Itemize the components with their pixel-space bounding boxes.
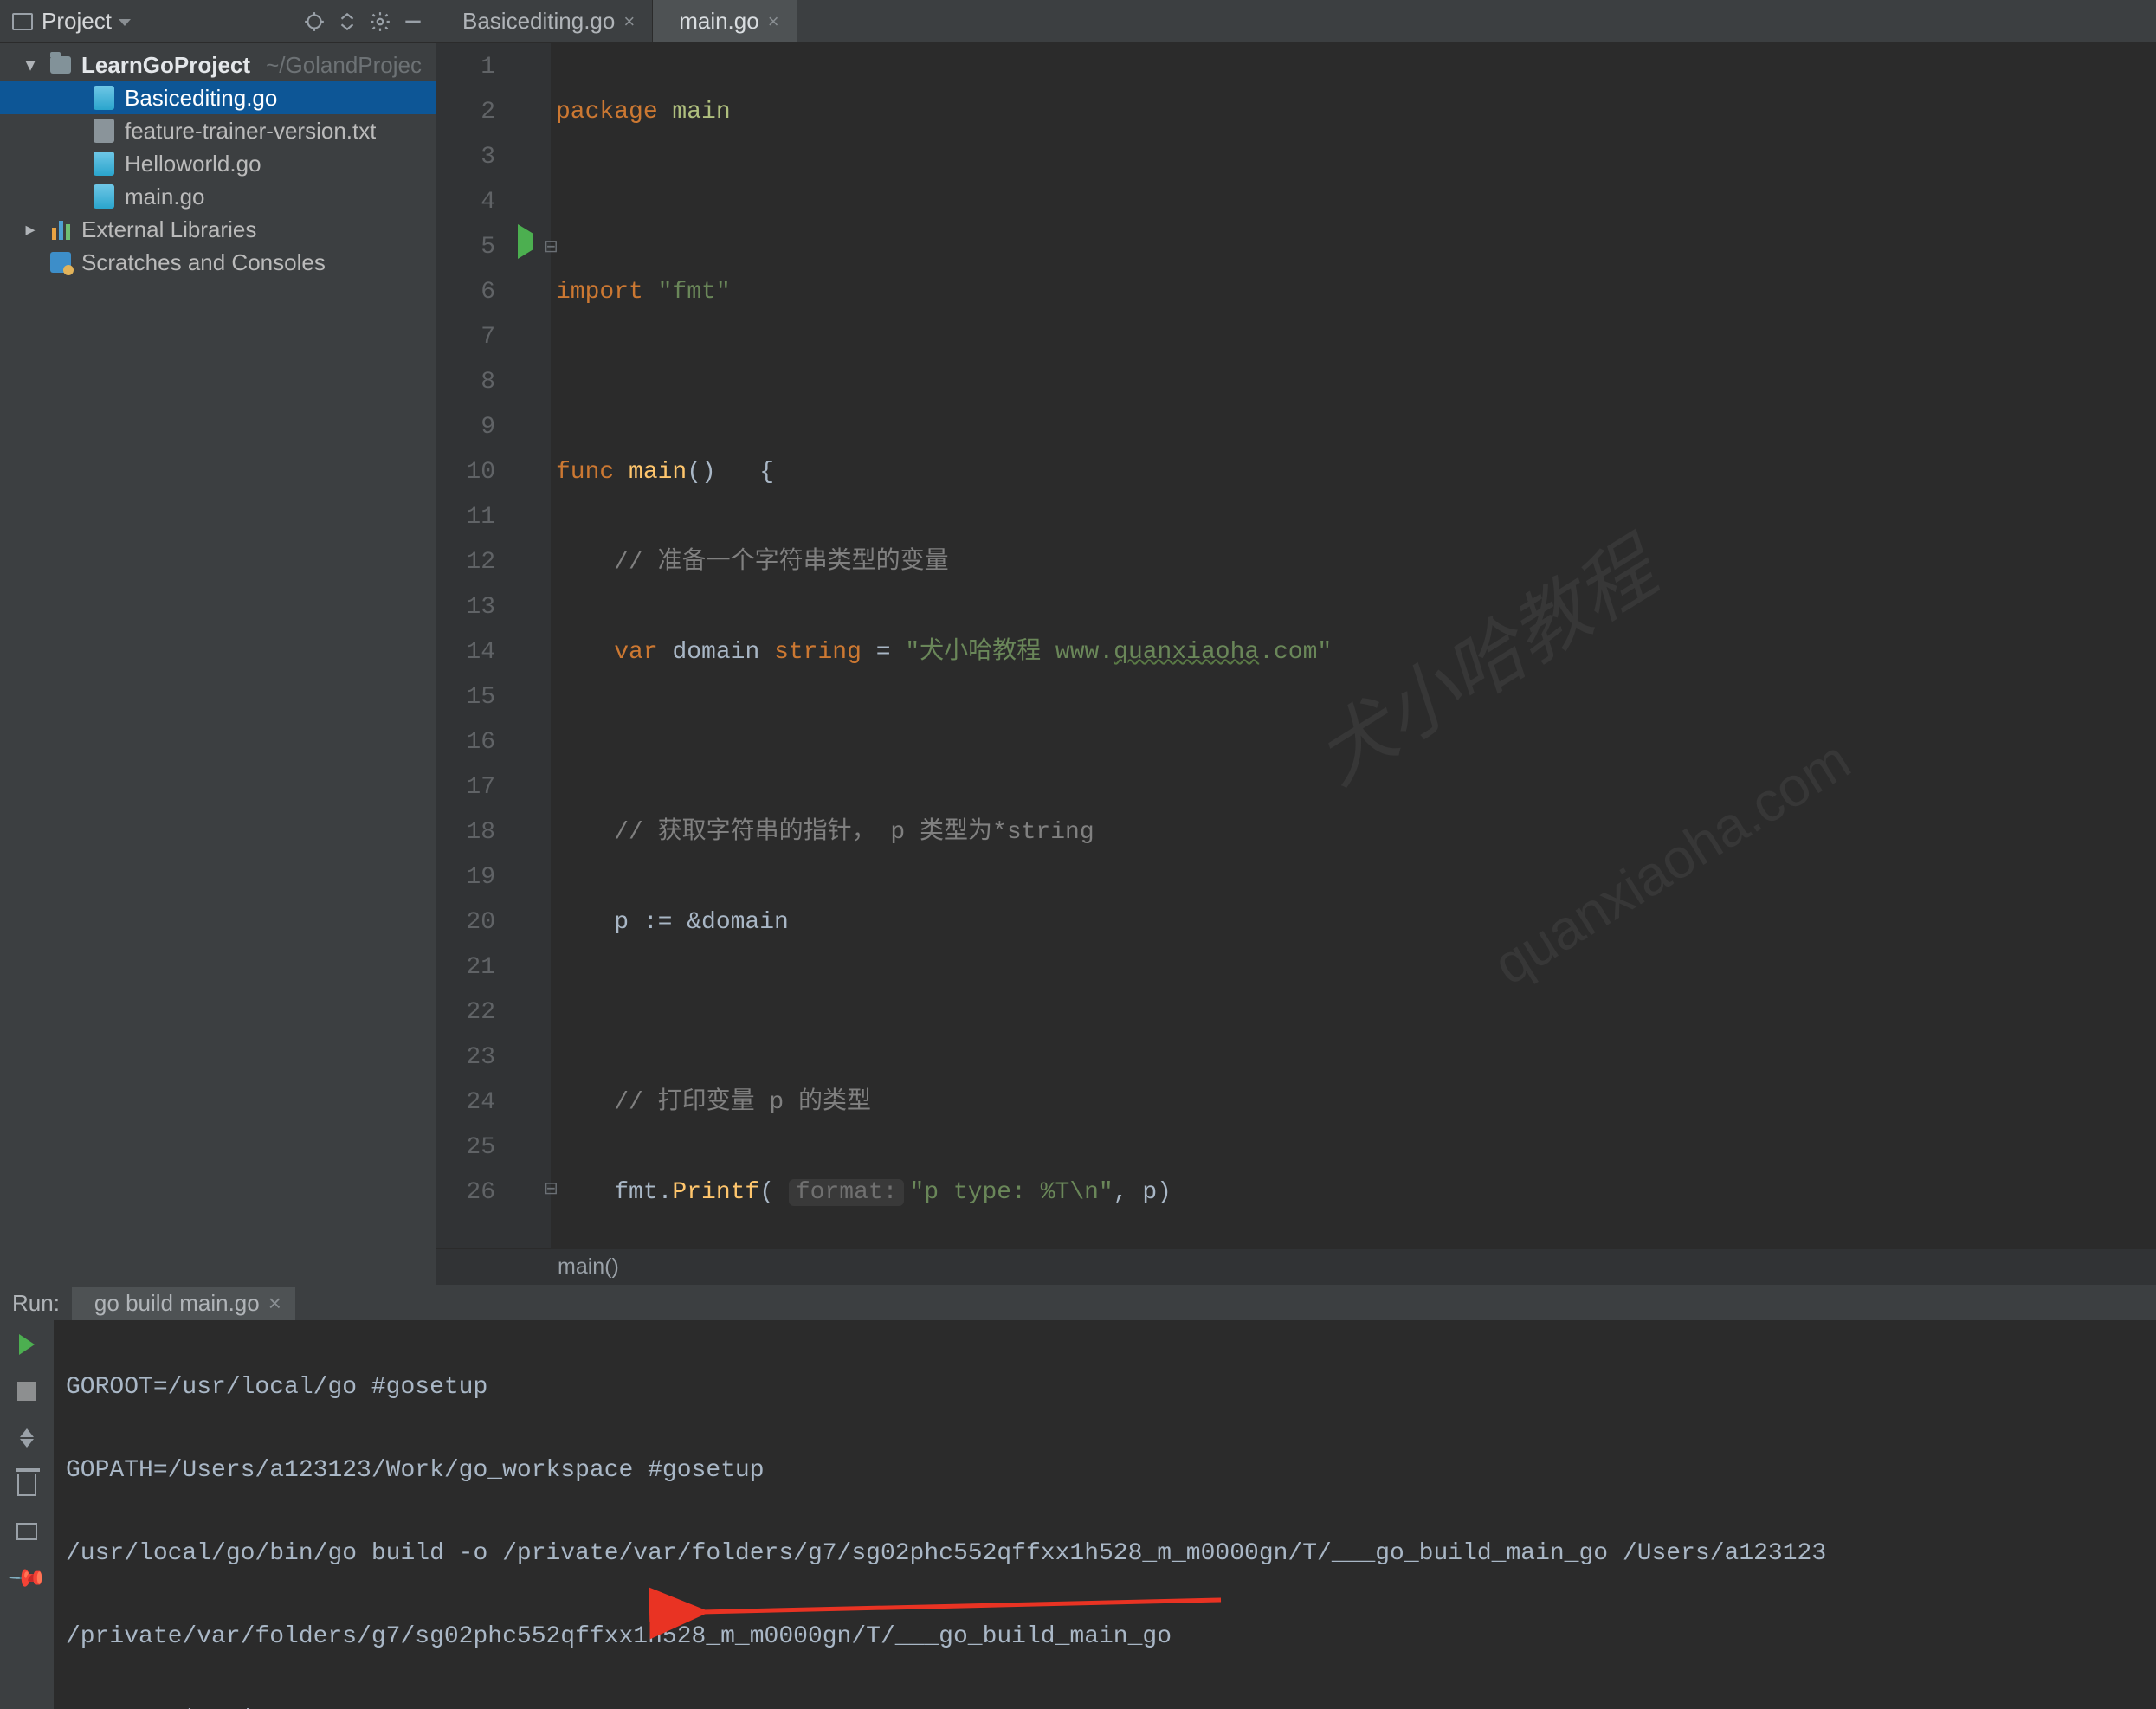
tree-item-label: LearnGoProject <box>81 52 250 79</box>
libraries-icon <box>48 217 73 242</box>
close-icon[interactable]: × <box>623 10 635 33</box>
close-icon[interactable]: × <box>268 1290 281 1317</box>
run-config-label: go build main.go <box>94 1290 260 1317</box>
expand-all-icon[interactable] <box>335 10 359 34</box>
watermark-url: quanxiaoha.com <box>1488 736 1856 990</box>
run-title: Run: <box>12 1290 60 1317</box>
chevron-right-icon: ▸ <box>21 218 40 241</box>
run-config-tab[interactable]: go build main.go × <box>72 1287 295 1320</box>
go-file-icon <box>92 184 116 209</box>
console-line: p type: *string <box>66 1699 2156 1709</box>
tree-item-label: Basicediting.go <box>125 85 277 112</box>
tab-label: main.go <box>679 8 759 35</box>
breadcrumb-item: main() <box>558 1254 619 1280</box>
code-editor[interactable]: 1 2 3 4 5 6 7 8 9 10 11 12 13 14 15 16 1 <box>436 43 2156 1248</box>
tree-item-feature-trainer[interactable]: · feature-trainer-version.txt <box>0 114 436 147</box>
settings-icon[interactable] <box>368 10 392 34</box>
console-output[interactable]: GOROOT=/usr/local/go #gosetup GOPATH=/Us… <box>54 1320 2156 1709</box>
up-down-button[interactable] <box>10 1421 44 1455</box>
go-file-icon <box>92 152 116 176</box>
tree-item-external-libraries[interactable]: ▸ External Libraries <box>0 213 436 246</box>
console-line: GOPATH=/Users/a123123/Work/go_workspace … <box>66 1450 2156 1492</box>
run-gutter-icon[interactable] <box>518 234 542 258</box>
layout-button[interactable] <box>10 1514 44 1549</box>
close-icon[interactable]: × <box>768 10 779 33</box>
project-panel-title: Project <box>42 8 112 35</box>
scratches-icon <box>48 250 73 274</box>
tree-item-label: Helloworld.go <box>125 151 261 177</box>
folder-icon <box>48 53 73 77</box>
tree-item-helloworld[interactable]: · Helloworld.go <box>0 147 436 180</box>
tree-item-label: feature-trainer-version.txt <box>125 118 376 145</box>
line-number-gutter: 1 2 3 4 5 6 7 8 9 10 11 12 13 14 15 16 1 <box>436 43 509 1248</box>
tree-item-label: Scratches and Consoles <box>81 249 326 276</box>
tab-main[interactable]: main.go × <box>653 0 797 42</box>
console-line: /private/var/folders/g7/sg02phc552qffxx1… <box>66 1616 2156 1658</box>
go-file-icon <box>92 86 116 110</box>
project-view-selector[interactable]: Project <box>10 8 131 35</box>
tree-item-scratches[interactable]: · Scratches and Consoles <box>0 246 436 279</box>
rerun-button[interactable] <box>10 1327 44 1362</box>
pin-button[interactable]: 📌 <box>10 1561 44 1596</box>
stop-button[interactable] <box>10 1374 44 1409</box>
project-panel: Project ▾ LearnGoProject ~/GolandProjec … <box>0 0 436 1285</box>
project-panel-header: Project <box>0 0 436 43</box>
tree-item-path: ~/GolandProjec <box>266 52 422 79</box>
project-tree: ▾ LearnGoProject ~/GolandProjec · Basice… <box>0 43 436 284</box>
tab-label: Basicediting.go <box>462 8 615 35</box>
delete-button[interactable] <box>10 1467 44 1502</box>
code-content[interactable]: package main import "fmt" func main() { … <box>551 43 2156 1248</box>
intention-bulb-icon[interactable] <box>518 1134 542 1158</box>
tree-item-basicediting[interactable]: · Basicediting.go <box>0 81 436 114</box>
tab-basicediting[interactable]: Basicediting.go × <box>436 0 653 42</box>
console-line: GOROOT=/usr/local/go #gosetup <box>66 1367 2156 1409</box>
project-icon <box>10 10 35 34</box>
tree-root-project[interactable]: ▾ LearnGoProject ~/GolandProjec <box>0 48 436 81</box>
gutter-markers: ⊟ ⊟ <box>509 43 551 1248</box>
tree-item-main[interactable]: · main.go <box>0 180 436 213</box>
console-line: /usr/local/go/bin/go build -o /private/v… <box>66 1533 2156 1575</box>
hide-panel-icon[interactable] <box>401 10 425 34</box>
breadcrumb[interactable]: main() <box>436 1248 2156 1285</box>
run-tool-window: Run: go build main.go × 📌 GOROOT=/usr/lo… <box>0 1285 2156 1709</box>
tree-item-label: main.go <box>125 184 205 210</box>
chevron-down-icon <box>119 19 131 26</box>
text-file-icon <box>92 119 116 143</box>
tree-item-label: External Libraries <box>81 216 256 243</box>
editor-area: Basicediting.go × main.go × 1 2 3 4 5 6 <box>436 0 2156 1285</box>
chevron-down-icon: ▾ <box>21 54 40 76</box>
locate-icon[interactable] <box>302 10 326 34</box>
run-tabbar: Run: go build main.go × <box>0 1287 2156 1320</box>
run-toolbar: 📌 <box>0 1320 54 1709</box>
editor-tabbar: Basicediting.go × main.go × <box>436 0 2156 43</box>
